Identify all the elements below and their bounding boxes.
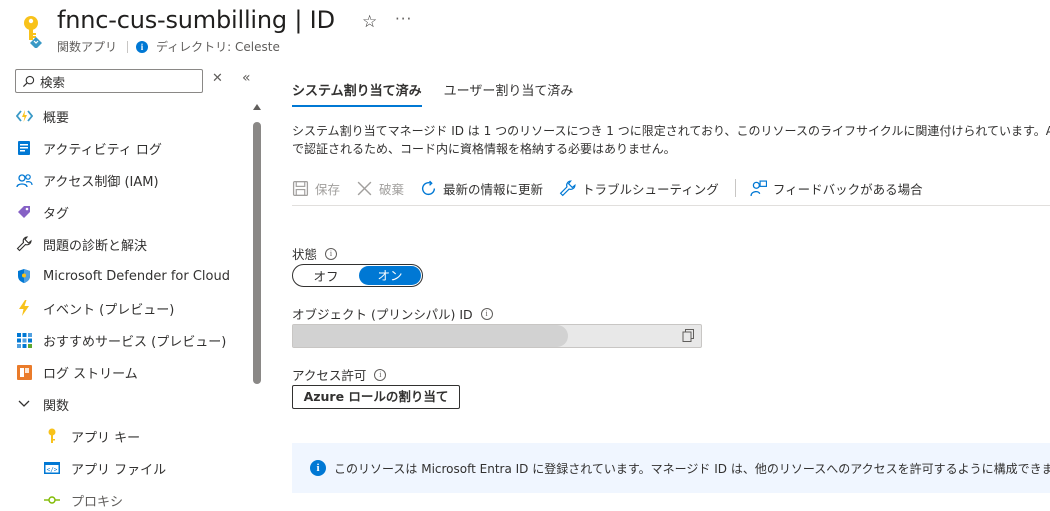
redacted-value (293, 325, 568, 347)
scrollbar-thumb[interactable] (253, 122, 261, 384)
chevron-down-icon (15, 395, 33, 413)
discard-button[interactable]: 破棄 (356, 179, 404, 198)
feedback-button[interactable]: フィードバックがある場合 (750, 179, 923, 198)
toggle-off-option[interactable]: オフ (293, 266, 359, 285)
sidebar-item-app-keys[interactable]: アプリ キー (15, 420, 250, 452)
toolbar-divider (734, 179, 736, 197)
sidebar-item-events[interactable]: イベント (プレビュー) (15, 292, 250, 324)
status-label: 状態 i (292, 244, 338, 263)
access-label: アクセス許可 i (292, 365, 387, 384)
more-options-icon[interactable]: ··· (395, 10, 412, 28)
info-icon[interactable]: i (325, 247, 338, 260)
directory-label: ディレクトリ: Celeste (156, 40, 280, 54)
sidebar-item-app-files[interactable]: </> アプリ ファイル (15, 452, 250, 484)
sidebar-item-log-stream[interactable]: ログ ストリーム (15, 356, 250, 388)
object-id-field[interactable] (292, 324, 702, 348)
info-icon[interactable]: i (374, 368, 387, 381)
discard-icon (357, 181, 372, 195)
sidebar-item-iam[interactable]: アクセス制御 (IAM) (15, 164, 250, 196)
search-icon (22, 75, 35, 87)
search-placeholder: 検索 (40, 74, 66, 90)
identity-tabs: システム割り当て済み ユーザー割り当て済み (292, 80, 595, 107)
key-resource-icon (22, 14, 44, 49)
sidebar-item-overview[interactable]: 概要 (15, 100, 250, 132)
svg-text:</>: </> (47, 467, 58, 474)
sidebar-item-diagnose[interactable]: 問題の診断と解決 (15, 228, 250, 260)
divider (292, 205, 1050, 206)
proxy-icon (43, 491, 61, 509)
resource-type: 関数アプリ (57, 40, 118, 54)
divider (127, 40, 129, 53)
page-title: fnnc-cus-sumbilling | ID (57, 6, 335, 34)
feedback-icon (750, 179, 767, 196)
collapse-sidebar-icon[interactable]: « (242, 70, 251, 86)
description: システム割り当てマネージド ID は 1 つのリソースにつき 1 つに限定されて… (292, 124, 1050, 156)
grid-icon (15, 331, 33, 349)
function-icon (15, 107, 33, 125)
command-bar: 保存 破棄 最新の情報に更新 トラブルシューティング フィードバックがある場合 (292, 176, 939, 200)
sidebar-group-functions[interactable]: 関数 (15, 388, 250, 420)
info-banner-text: このリソースは Microsoft Entra ID に登録されています。マネー… (334, 461, 1050, 476)
shield-icon (15, 267, 33, 285)
tab-user-assigned[interactable]: ユーザー割り当て済み (444, 80, 574, 107)
info-icon: i (310, 460, 326, 476)
scroll-up-icon[interactable] (253, 104, 261, 110)
file-icon: </> (43, 459, 61, 477)
sidebar-item-proxies[interactable]: プロキシ (15, 484, 250, 511)
iam-icon (15, 171, 33, 189)
tab-system-assigned[interactable]: システム割り当て済み (292, 80, 422, 107)
tag-icon (15, 203, 33, 221)
lightning-icon (15, 299, 33, 317)
save-icon (292, 180, 309, 196)
sidebar-item-defender[interactable]: Microsoft Defender for Cloud (15, 260, 250, 292)
sidebar-item-tags[interactable]: タグ (15, 196, 250, 228)
refresh-icon (422, 180, 436, 195)
azure-role-assignment-button[interactable]: Azure ロールの割り当て (292, 385, 460, 409)
log-stream-icon (15, 363, 33, 381)
object-id-label: オブジェクト (プリンシパル) ID i (292, 304, 493, 323)
wrench-icon (15, 235, 33, 253)
troubleshoot-button[interactable]: トラブルシューティング (559, 179, 719, 198)
sidebar-item-recommended-services[interactable]: おすすめサービス (プレビュー) (15, 324, 250, 356)
header-subtitle: 関数アプリ i ディレクトリ: Celeste (57, 38, 280, 55)
refresh-button[interactable]: 最新の情報に更新 (420, 179, 543, 198)
search-input[interactable]: 検索 (15, 69, 203, 93)
sidebar-item-activity-log[interactable]: アクティビティ ログ (15, 132, 250, 164)
key-icon (43, 427, 61, 445)
clear-search-icon[interactable]: ✕ (212, 71, 223, 86)
status-toggle[interactable]: オフ オン (292, 264, 423, 287)
copy-icon[interactable] (682, 329, 695, 342)
favorite-star-icon[interactable]: ☆ (362, 12, 377, 32)
wrench-icon (559, 179, 576, 196)
info-banner: i このリソースは Microsoft Entra ID に登録されています。マ… (292, 443, 1050, 493)
save-button[interactable]: 保存 (292, 179, 340, 198)
info-icon[interactable]: i (480, 307, 493, 320)
activity-log-icon (15, 139, 33, 157)
sidebar-nav: 概要 アクティビティ ログ アクセス制御 (IAM) タグ 問題の診断と解決 M… (15, 100, 250, 511)
info-icon: i (136, 40, 149, 53)
toggle-on-option[interactable]: オン (359, 266, 421, 285)
